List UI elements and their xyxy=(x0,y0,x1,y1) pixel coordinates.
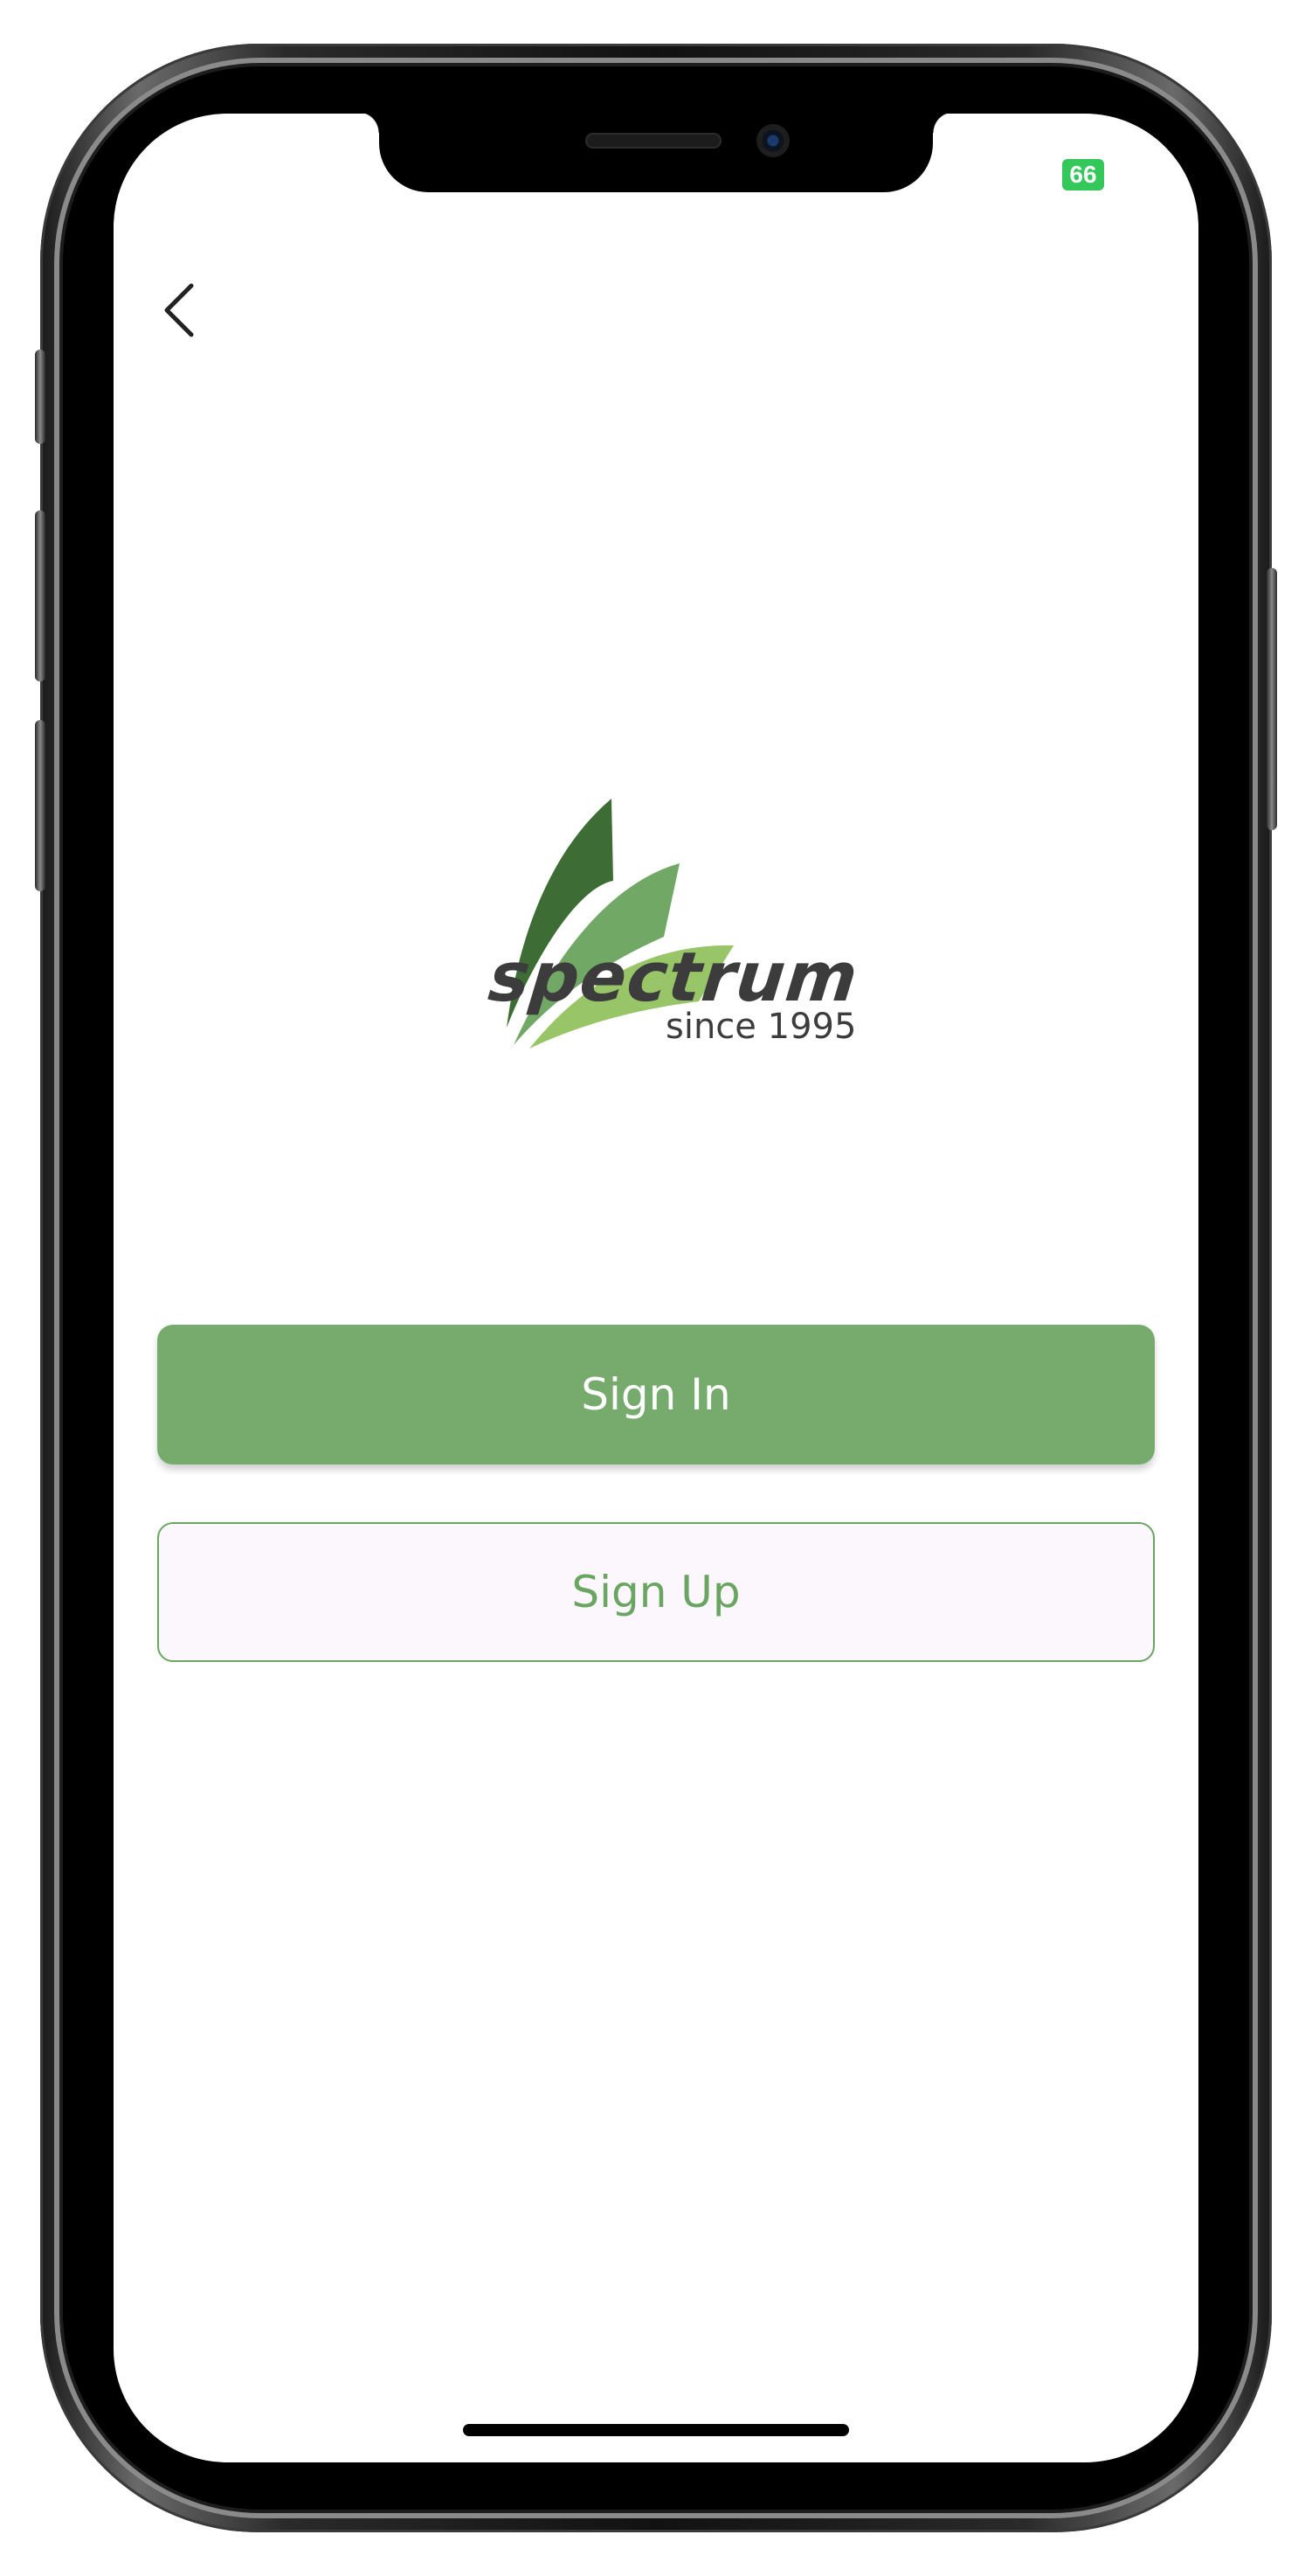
battery-indicator: 66 xyxy=(1062,159,1104,190)
sign-in-button[interactable]: Sign In xyxy=(157,1325,1155,1465)
logo-tagline: since 1995 xyxy=(666,1007,857,1047)
home-indicator[interactable] xyxy=(463,2424,849,2436)
front-camera xyxy=(756,124,790,157)
volume-up-button xyxy=(35,510,45,682)
power-button xyxy=(1267,568,1277,830)
notch xyxy=(358,114,954,192)
volume-down-button xyxy=(35,720,45,891)
earpiece-speaker xyxy=(585,133,722,149)
logo-wordmark: spectrum xyxy=(485,938,862,1017)
sign-up-button[interactable]: Sign Up xyxy=(157,1522,1155,1662)
mute-switch xyxy=(35,350,45,444)
back-button[interactable] xyxy=(148,271,210,350)
sign-up-label: Sign Up xyxy=(571,1567,741,1617)
battery-level: 66 xyxy=(1069,161,1097,188)
app-screen: 66 spectrum since 1995 Sign In Sign Up xyxy=(114,114,1198,2462)
chevron-left-icon xyxy=(164,283,194,337)
sign-in-label: Sign In xyxy=(581,1369,731,1420)
